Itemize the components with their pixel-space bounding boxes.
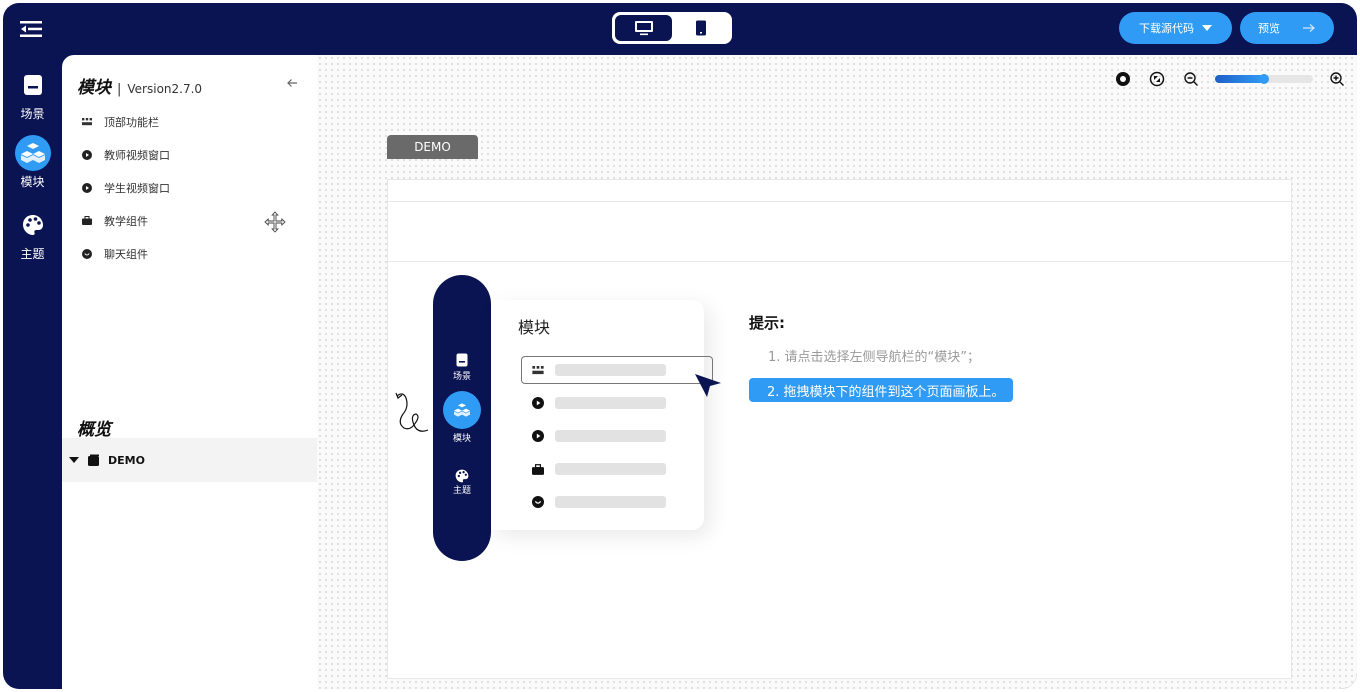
page-header-slot: [388, 180, 1291, 202]
panel-header: 模块 | Version2.7.0: [77, 73, 202, 98]
illustration-rail: 场景 模块 主题: [433, 275, 491, 561]
download-source-button[interactable]: 下载源代码: [1119, 12, 1232, 44]
play-icon: [532, 430, 544, 442]
chat-icon: [82, 248, 92, 259]
chat-icon: [532, 496, 544, 508]
zoom-in-icon[interactable]: [1327, 69, 1347, 89]
tree-node-label: DEMO: [108, 453, 145, 467]
briefcase-icon: [82, 216, 92, 226]
illustration-rail-scene: 场景: [433, 341, 491, 382]
placeholder-bar: [555, 430, 666, 442]
module-item-top-toolbar[interactable]: 顶部功能栏: [82, 105, 170, 138]
modules-panel: 模块 | Version2.7.0 顶部功能栏 教师视频窗口 学生视频窗口 教学…: [62, 55, 317, 689]
fit-screen-icon[interactable]: [1147, 69, 1167, 89]
illustration-card-title: 模块: [518, 318, 551, 337]
preview-button[interactable]: 预览: [1240, 12, 1334, 44]
mobile-icon: [695, 20, 706, 36]
panel-version: Version2.7.0: [127, 82, 203, 96]
tip-title: 提示:: [749, 314, 785, 332]
desktop-view-button[interactable]: [615, 15, 672, 41]
rail-item-scene[interactable]: 场景: [3, 67, 62, 122]
panel-separator: |: [117, 82, 122, 97]
zoom-slider-handle[interactable]: [1259, 74, 1269, 84]
rail-item-label: 主题: [20, 247, 45, 261]
placeholder-bar: [555, 463, 666, 475]
illustration-rail-label: 模块: [452, 434, 471, 444]
cursor-arrow-icon: [695, 374, 721, 397]
illustration-row: [532, 488, 722, 516]
squiggle-arrow-icon: [395, 392, 429, 432]
device-switch: [612, 12, 732, 44]
caret-down-icon[interactable]: [69, 457, 79, 463]
illustration-row: [532, 455, 722, 483]
module-item-label: 教学组件: [104, 214, 148, 228]
illustration-row: [532, 422, 722, 450]
app-window: 下载源代码 预览 场景 模块 主题 模块 | Version2.7.0 顶部功能…: [3, 3, 1357, 689]
menu-collapse-icon[interactable]: [19, 20, 43, 38]
illustration-row-selected: [521, 356, 713, 384]
scene-icon: [15, 67, 51, 103]
preview-label: 预览: [1258, 22, 1280, 35]
illustration-rail-theme: 主题: [433, 457, 491, 496]
illustration-rail-modules: 模块: [433, 391, 491, 444]
page-toolbar-slot: [388, 202, 1291, 262]
module-list: 顶部功能栏 教师视频窗口 学生视频窗口 教学组件 聊天组件: [82, 105, 170, 270]
rail-item-theme[interactable]: 主题: [3, 207, 62, 262]
demo-page-board[interactable]: 场景 模块 主题 模块 提示: 1. 请点击选择左侧导航栏的“模块”； 2. 拖…: [387, 179, 1292, 679]
cubes-icon: [14, 135, 51, 171]
desktop-icon: [634, 21, 653, 36]
download-source-label: 下载源代码: [1139, 22, 1194, 35]
grid-icon: [82, 117, 92, 127]
module-item-label: 聊天组件: [104, 247, 148, 261]
module-item-teaching-widgets[interactable]: 教学组件: [82, 204, 170, 237]
illustration-rail-label: 主题: [452, 486, 471, 496]
placeholder-bar: [555, 364, 666, 376]
sidebar-rail: 场景 模块 主题: [3, 55, 62, 689]
module-item-student-video[interactable]: 学生视频窗口: [82, 171, 170, 204]
tip-step-2: 2. 拖拽模块下的组件到这个页面画板上。: [749, 378, 1013, 402]
module-item-teacher-video[interactable]: 教师视频窗口: [82, 138, 170, 171]
zoom-out-icon[interactable]: [1181, 69, 1201, 89]
module-item-label: 顶部功能栏: [104, 115, 159, 129]
placeholder-bar: [555, 496, 666, 508]
play-icon: [532, 397, 544, 409]
panel-title: 模块: [77, 78, 111, 98]
mobile-view-button[interactable]: [672, 15, 729, 41]
illustration-rail-label: 场景: [452, 372, 471, 382]
tip-step-1: 1. 请点击选择左侧导航栏的“模块”；: [768, 350, 981, 365]
tree-node-demo[interactable]: DEMO: [62, 438, 317, 482]
play-icon: [82, 149, 92, 160]
rail-item-label: 模块: [20, 175, 45, 189]
demo-tab-label: DEMO: [414, 140, 451, 154]
record-icon[interactable]: [1113, 69, 1133, 89]
arrow-right-icon: [1303, 24, 1315, 32]
rail-item-label: 场景: [20, 107, 45, 121]
module-item-label: 教师视频窗口: [104, 148, 170, 162]
zoom-slider[interactable]: [1215, 74, 1313, 84]
grid-icon: [532, 364, 544, 376]
top-bar: 下载源代码 预览: [3, 3, 1357, 55]
chevron-down-icon: [1202, 25, 1212, 31]
illustration-module-card: 模块: [491, 300, 713, 530]
module-item-chat-widgets[interactable]: 聊天组件: [82, 237, 170, 270]
rail-item-modules[interactable]: 模块: [3, 135, 62, 190]
cubes-icon: [443, 391, 481, 429]
canvas-area: DEMO 场景 模块 主题 模块 提示: 1. 请点击选择左侧导航栏的“模块”；…: [317, 55, 1357, 689]
demo-page-tab[interactable]: DEMO: [387, 135, 478, 159]
play-icon: [82, 182, 92, 193]
module-item-label: 学生视频窗口: [104, 181, 170, 195]
overview-title: 概览: [77, 420, 111, 440]
placeholder-bar: [555, 397, 666, 409]
zoom-toolbar: [1113, 69, 1347, 89]
page-icon: [88, 454, 99, 466]
drag-move-icon[interactable]: [264, 211, 286, 233]
zoom-slider-fill: [1215, 75, 1264, 83]
briefcase-icon: [532, 463, 544, 475]
palette-icon: [15, 207, 51, 243]
collapse-panel-icon[interactable]: [286, 77, 298, 91]
